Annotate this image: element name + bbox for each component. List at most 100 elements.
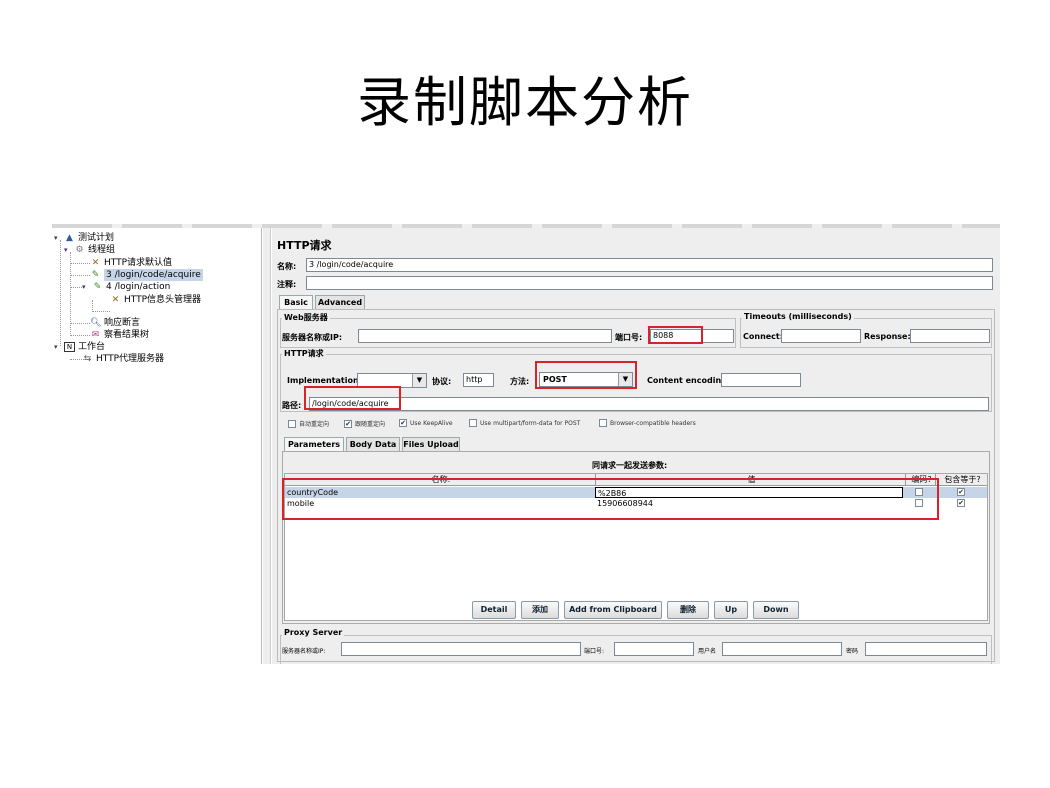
- collapse-toggle-icon[interactable]: ▾: [54, 341, 62, 353]
- tree-item-label: 察看结果树: [104, 330, 150, 340]
- workbench-icon: N: [64, 342, 75, 352]
- sampler-icon: ✎: [93, 282, 102, 292]
- tree-item-label: HTTP信息头管理器: [124, 295, 202, 305]
- checkbox-icon[interactable]: [288, 419, 296, 428]
- method-label: 方法:: [510, 377, 530, 386]
- tree-item-assertion[interactable]: 🔍︎ 响应断言: [90, 317, 140, 329]
- up-button[interactable]: Up: [714, 601, 748, 619]
- tree-item-label: 响应断言: [104, 318, 141, 328]
- method-highlight: [535, 361, 637, 389]
- connect-label: Connect:: [743, 332, 783, 341]
- collapse-toggle-icon[interactable]: ▾: [54, 232, 62, 244]
- tree-item-header-manager[interactable]: ✕ HTTP信息头管理器: [110, 294, 201, 306]
- tree-item-proxy[interactable]: ⇆ HTTP代理服务器: [82, 353, 164, 365]
- checkbox-icon[interactable]: ✔: [399, 419, 407, 427]
- include-equals-checkbox[interactable]: ✔: [957, 488, 968, 496]
- checkbox-icon[interactable]: ✔: [344, 419, 352, 428]
- protocol-label: 协议:: [432, 377, 452, 386]
- keepalive-checkbox[interactable]: ✔ Use KeepAlive: [399, 419, 453, 427]
- proxy-user-label: 用户名: [698, 648, 717, 655]
- tab-files-upload[interactable]: Files Upload: [402, 437, 460, 451]
- implementation-label: Implementation:: [287, 376, 362, 385]
- thread-group-icon: ⚙: [75, 245, 84, 255]
- multipart-checkbox[interactable]: Use multipart/form-data for POST: [469, 419, 580, 427]
- follow-redirect-checkbox[interactable]: ✔ 跟随重定向: [344, 419, 385, 428]
- content-encoding-label: Content encoding:: [647, 376, 731, 385]
- collapse-toggle-icon[interactable]: ▾: [82, 281, 90, 293]
- proxy-port-label: 端口号:: [584, 648, 605, 655]
- splitter[interactable]: [263, 228, 271, 664]
- tree-item-label: 线程组: [88, 245, 116, 255]
- checkbox-label: 跟随重定向: [355, 421, 386, 428]
- response-field[interactable]: [910, 329, 990, 343]
- name-label: 名称:: [277, 262, 297, 271]
- content-encoding-field[interactable]: [721, 373, 801, 387]
- delete-button[interactable]: 删除: [667, 601, 709, 619]
- checkbox-icon[interactable]: ✔: [957, 499, 965, 507]
- column-header-include-equals[interactable]: 包含等于?: [935, 474, 987, 485]
- chevron-down-icon[interactable]: ▼: [412, 374, 426, 387]
- http-request-panel: HTTP请求 名称: 3 /login/code/acquire 注释: Bas…: [272, 228, 1000, 664]
- name-field[interactable]: 3 /login/code/acquire: [306, 258, 993, 272]
- add-from-clipboard-button[interactable]: Add from Clipboard: [564, 601, 662, 619]
- tree-item-workbench[interactable]: ▾ N 工作台: [54, 341, 105, 353]
- auto-redirect-checkbox[interactable]: 自动重定向: [288, 419, 329, 428]
- sampler-icon: ✎: [91, 270, 100, 280]
- tree-item-sampler-action[interactable]: ▾ ✎ 4 /login/action: [82, 281, 170, 293]
- checkbox-label: Use KeepAlive: [410, 419, 453, 427]
- response-label: Response:: [864, 332, 911, 341]
- path-highlight: [304, 386, 401, 410]
- tree-item-sampler-acquire[interactable]: ✎ 3 /login/code/acquire: [90, 269, 203, 281]
- proxy-server-field[interactable]: [341, 642, 581, 656]
- add-button[interactable]: 添加: [521, 601, 559, 619]
- proxy-password-label: 密码: [846, 648, 859, 655]
- comment-field[interactable]: [306, 276, 993, 290]
- jmeter-screenshot: ▾ ▲ 测试计划 ▾ ⚙ 线程组 ✕ HTTP请求默认值 ✎ 3 /login/…: [52, 224, 1000, 664]
- tab-basic[interactable]: Basic: [279, 295, 313, 309]
- params-highlight: [282, 478, 939, 520]
- proxy-password-field[interactable]: [865, 642, 987, 656]
- server-field[interactable]: [358, 329, 612, 343]
- tree-item-label: 工作台: [78, 342, 106, 352]
- http-request-group-title: HTTP请求: [282, 348, 326, 359]
- config-icon: ✕: [91, 258, 100, 268]
- path-label: 路径:: [282, 401, 302, 410]
- checkbox-icon[interactable]: [469, 419, 477, 427]
- collapse-toggle-icon[interactable]: ▾: [64, 244, 72, 256]
- connect-field[interactable]: [781, 329, 861, 343]
- listener-icon: ✉: [91, 330, 100, 340]
- browser-headers-checkbox[interactable]: Browser-compatible headers: [599, 419, 696, 427]
- protocol-field[interactable]: http: [463, 373, 494, 387]
- tab-parameters[interactable]: Parameters: [284, 437, 344, 451]
- tree-item-http-defaults[interactable]: ✕ HTTP请求默认值: [90, 257, 172, 269]
- port-label: 端口号:: [615, 333, 643, 342]
- tab-body-data[interactable]: Body Data: [346, 437, 400, 451]
- down-button[interactable]: Down: [753, 601, 799, 619]
- checkbox-icon[interactable]: ✔: [957, 488, 965, 496]
- web-server-title: Web服务器: [282, 312, 330, 323]
- slide-title: 录制脚本分析: [357, 71, 693, 134]
- checkbox-icon[interactable]: [599, 419, 607, 427]
- timeouts-title: Timeouts (milliseconds): [742, 312, 854, 321]
- tree-item-test-plan[interactable]: ▾ ▲ 测试计划: [54, 232, 114, 244]
- detail-button[interactable]: Detail: [472, 601, 516, 619]
- assertion-icon: 🔍︎: [90, 318, 102, 328]
- proxy-port-field[interactable]: [614, 642, 694, 656]
- comment-label: 注释:: [277, 280, 297, 289]
- tab-advanced[interactable]: Advanced: [315, 295, 365, 309]
- params-caption: 同请求一起发送参数:: [592, 461, 668, 470]
- path-field[interactable]: /login/code/acquire: [309, 397, 989, 411]
- checkbox-label: Browser-compatible headers: [610, 419, 696, 427]
- tree-item-thread-group[interactable]: ▾ ⚙ 线程组: [64, 244, 115, 256]
- proxy-user-field[interactable]: [722, 642, 842, 656]
- checkbox-label: 自动重定向: [299, 421, 330, 428]
- panel-title: HTTP请求: [277, 239, 332, 252]
- test-plan-tree: ▾ ▲ 测试计划 ▾ ⚙ 线程组 ✕ HTTP请求默认值 ✎ 3 /login/…: [52, 228, 262, 664]
- port-highlight: [648, 326, 703, 344]
- tree-item-results-tree[interactable]: ✉ 察看结果树: [90, 329, 149, 341]
- proxy-title: Proxy Server: [282, 628, 345, 637]
- include-equals-checkbox[interactable]: ✔: [957, 499, 968, 507]
- tree-item-label: 4 /login/action: [106, 282, 171, 292]
- tree-item-label: HTTP请求默认值: [104, 258, 173, 268]
- tree-item-label: HTTP代理服务器: [96, 354, 165, 364]
